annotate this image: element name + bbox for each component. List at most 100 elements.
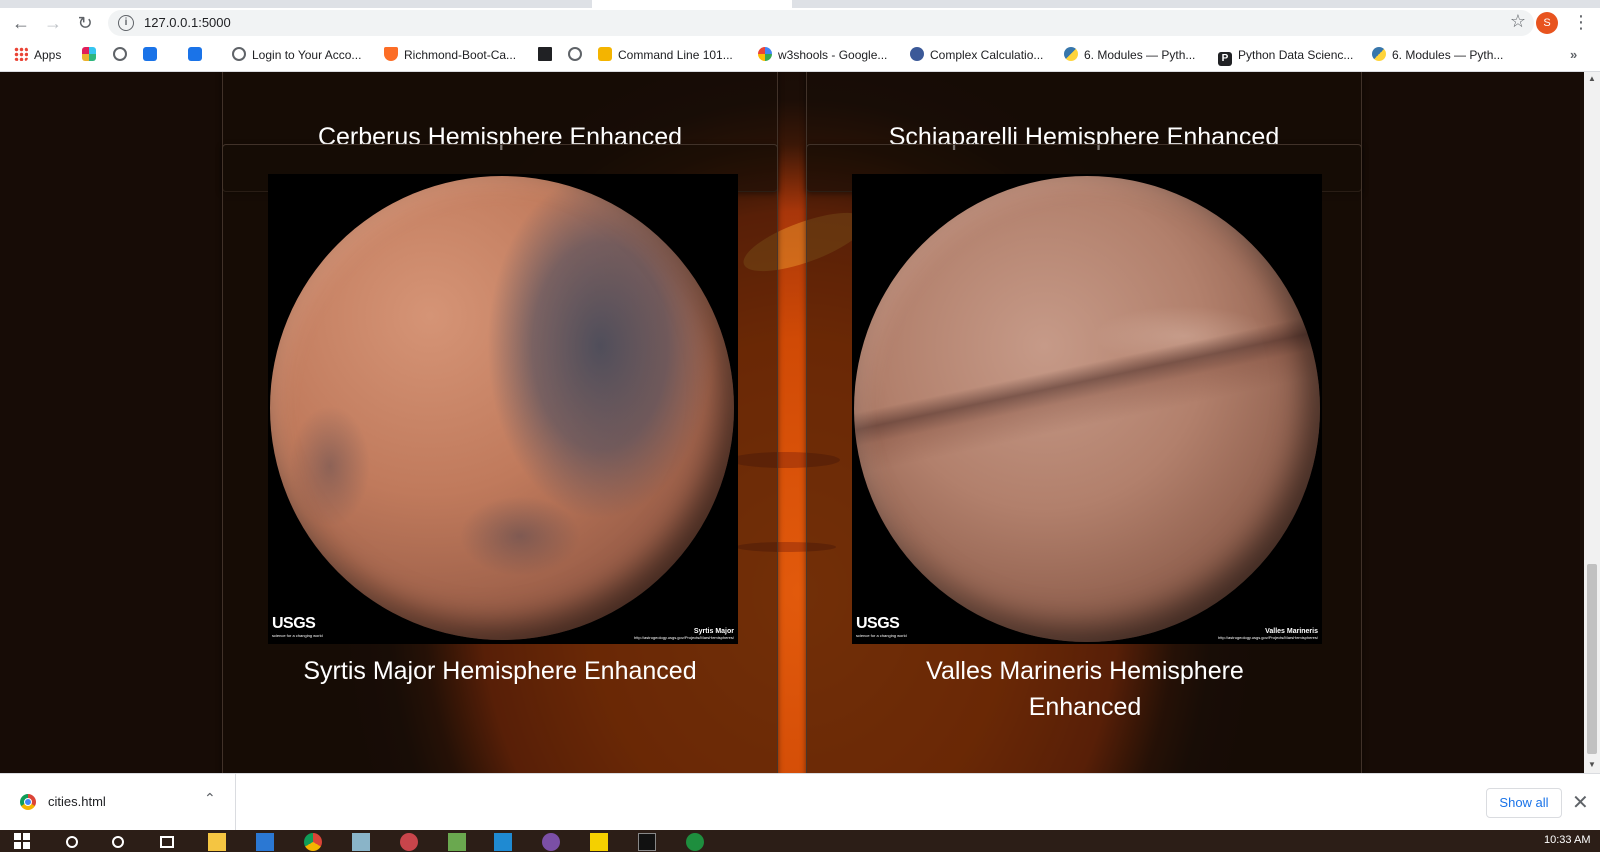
page-scrollbar[interactable]: ▲ ▼: [1584, 72, 1600, 773]
python-icon: [1372, 47, 1386, 61]
bookmarks-bar: Apps Login to Your Acco... Richmond-Boot…: [0, 38, 1600, 72]
p-badge-icon: P: [1218, 52, 1232, 66]
calculator-icon: [910, 47, 924, 61]
bookmark-python-modules[interactable]: 6. Modules — Pyth...: [1372, 46, 1503, 64]
bookmark-label: Apps: [34, 48, 62, 62]
hemisphere-image[interactable]: USGS science for a changing world Syrtis …: [268, 174, 738, 644]
taskbar-clock[interactable]: 10:33 AM: [1544, 834, 1590, 846]
image-credit-url: http://astrogeology.usgs.gov/Projects/Ma…: [1218, 635, 1318, 640]
mail-icon[interactable]: [256, 833, 274, 851]
bookmark-site[interactable]: [188, 46, 208, 64]
bookmark-richmond[interactable]: Richmond-Boot-Ca...: [384, 46, 516, 64]
scroll-down-arrow-icon[interactable]: ▼: [1584, 760, 1600, 769]
notepad-icon[interactable]: [352, 833, 370, 851]
hemisphere-title: Valles Marineris Hemisphere Enhanced: [926, 657, 1244, 721]
scroll-up-arrow-icon[interactable]: ▲: [1584, 74, 1600, 83]
bookmark-command-line[interactable]: Command Line 101...: [598, 46, 733, 64]
bookmark-book[interactable]: [538, 46, 558, 64]
image-credit-name: Valles Marineris: [1265, 628, 1318, 635]
image-credit-url: http://astrogeology.usgs.gov/Projects/Ma…: [634, 635, 734, 640]
sticky-notes-icon[interactable]: [590, 833, 608, 851]
hemisphere-card[interactable]: USGS science for a changing world Valles …: [806, 144, 1362, 773]
image-credit: Syrtis Major http://astrogeology.usgs.go…: [634, 628, 734, 640]
bookmark-slack[interactable]: [82, 46, 102, 64]
bookmark-square-icon: [143, 47, 157, 61]
bookmark-label: 6. Modules — Pyth...: [1392, 48, 1504, 62]
globe-icon: [113, 47, 127, 61]
download-shelf: cities.html ⌃ Show all ✕: [0, 773, 1600, 831]
bookmark-label: Complex Calculatio...: [930, 48, 1044, 62]
bookmark-python-data-science[interactable]: P Python Data Scienc...: [1218, 46, 1354, 66]
usgs-tagline: science for a changing world: [272, 633, 323, 638]
show-all-button[interactable]: Show all: [1486, 788, 1562, 818]
download-file-name[interactable]: cities.html: [48, 794, 106, 809]
file-explorer-icon[interactable]: [208, 833, 226, 851]
close-icon[interactable]: ✕: [1572, 790, 1589, 815]
bookmark-label: Richmond-Boot-Ca...: [404, 48, 517, 62]
back-arrow-icon[interactable]: ←: [10, 12, 32, 34]
active-tab-edge[interactable]: [592, 0, 792, 8]
paint-icon[interactable]: [400, 833, 418, 851]
bookmark-star-icon[interactable]: ☆: [1510, 11, 1526, 32]
browser-menu-icon[interactable]: ⋮: [1572, 12, 1590, 34]
book-icon: [538, 47, 552, 61]
hemisphere-image[interactable]: USGS science for a changing world Valles …: [852, 174, 1322, 644]
globe-icon: [568, 47, 582, 61]
browser-toolbar: ← → ↻ i 127.0.0.1:5000 ☆ S ⋮: [0, 8, 1600, 38]
usgs-logo: USGS science for a changing world: [272, 615, 323, 638]
reload-icon[interactable]: ↻: [74, 12, 96, 34]
mars-globe: [854, 176, 1320, 642]
url-text[interactable]: 127.0.0.1:5000: [144, 15, 231, 30]
windows-start-icon[interactable]: [14, 833, 32, 851]
bookmark-apps[interactable]: Apps: [14, 46, 61, 64]
bookmark-square-icon: [188, 47, 202, 61]
site-info-icon[interactable]: i: [118, 15, 134, 31]
download-item[interactable]: cities.html ⌃: [0, 774, 236, 831]
gitlab-icon: [384, 47, 398, 61]
git-icon[interactable]: [448, 833, 466, 851]
mongodb-icon[interactable]: [686, 833, 704, 851]
bookmark-globe[interactable]: [568, 46, 588, 64]
tab-strip: [0, 0, 1600, 8]
bookmark-label: Python Data Scienc...: [1238, 48, 1354, 62]
forward-arrow-icon[interactable]: →: [42, 12, 64, 34]
bookmark-complex-calc[interactable]: Complex Calculatio...: [910, 46, 1043, 64]
bookmark-python-modules[interactable]: 6. Modules — Pyth...: [1064, 46, 1195, 64]
globe-icon: [232, 47, 246, 61]
slack-icon: [82, 47, 96, 61]
usgs-logo-text: USGS: [856, 615, 900, 632]
bookmark-site[interactable]: [143, 46, 163, 64]
github-desktop-icon[interactable]: [542, 833, 560, 851]
usgs-tagline: science for a changing world: [856, 633, 907, 638]
cortana-icon[interactable]: [112, 836, 124, 848]
image-credit-name: Syrtis Major: [693, 628, 734, 635]
page-viewport: Cerberus Hemisphere Enhanced Schiaparell…: [0, 72, 1584, 773]
task-view-icon[interactable]: [160, 836, 174, 848]
bookmark-login[interactable]: Login to Your Acco...: [232, 46, 361, 64]
bookmark-label: w3shools - Google...: [778, 48, 888, 62]
chrome-icon[interactable]: [304, 833, 322, 851]
search-icon[interactable]: [66, 836, 78, 848]
profile-avatar[interactable]: S: [1536, 12, 1558, 34]
bookmark-w3shools[interactable]: w3shools - Google...: [758, 46, 887, 64]
hemisphere-title: Syrtis Major Hemisphere Enhanced: [303, 657, 697, 685]
python-icon: [1064, 47, 1078, 61]
terminal-icon[interactable]: [638, 833, 656, 851]
bookmark-globe[interactable]: [113, 46, 133, 64]
scrollbar-thumb[interactable]: [1587, 564, 1597, 754]
usgs-logo-text: USGS: [272, 615, 316, 632]
windows-taskbar: 10:33 AM: [0, 830, 1600, 852]
usgs-logo: USGS science for a changing world: [856, 615, 907, 638]
bookmarks-overflow-icon[interactable]: »: [1570, 47, 1577, 62]
chevron-up-icon[interactable]: ⌃: [204, 790, 216, 807]
apps-grid-icon: [14, 47, 28, 61]
bookmark-label: Login to Your Acco...: [252, 48, 362, 62]
chrome-file-icon: [20, 794, 36, 810]
vscode-icon[interactable]: [494, 833, 512, 851]
bookmark-label: 6. Modules — Pyth...: [1084, 48, 1196, 62]
hemisphere-card[interactable]: USGS science for a changing world Syrtis …: [222, 144, 778, 773]
terminal-icon: [598, 47, 612, 61]
address-bar[interactable]: i 127.0.0.1:5000 ☆: [108, 10, 1534, 36]
google-icon: [758, 47, 772, 61]
mars-globe: [270, 176, 734, 640]
